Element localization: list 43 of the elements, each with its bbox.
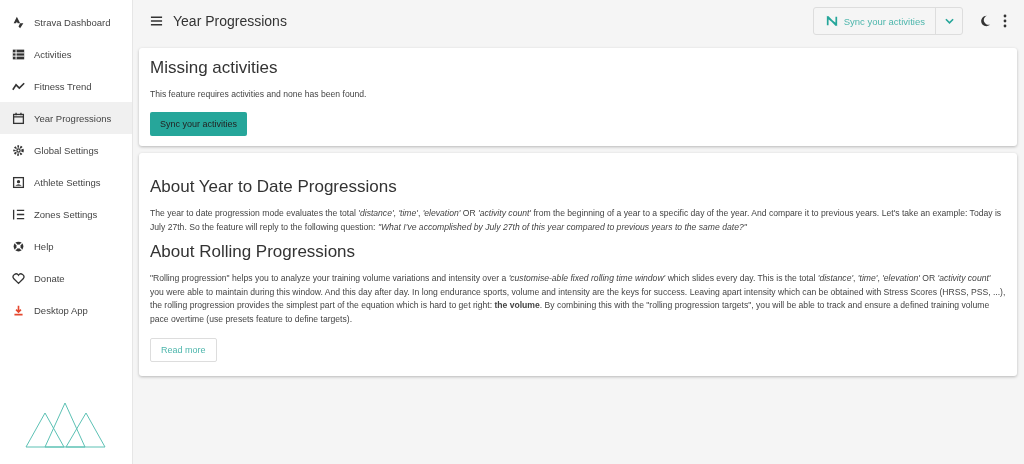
sidebar-item[interactable]: Desktop App [0, 294, 132, 326]
card-text: This feature requires activities and none has been found. [150, 88, 368, 101]
lifebuoy-icon [12, 239, 25, 253]
menu-icon[interactable] [150, 15, 163, 27]
section-paragraph: The year to date progression mode evaluates the total 'distance', 'time', 'elevation' OR 'activity count' from the beginning of a year to a specific day of the year. And compare it to previous years. Let's take an example: Today is July 27th. So the feature will reply to the following question: "What I've accomplished by July 27th of this year compared to previous years to the same date?" [150, 207, 1003, 234]
sidebar-label: Year Progressions [34, 112, 112, 124]
calendar-icon [12, 111, 25, 125]
numbered-list-icon [12, 207, 25, 221]
sidebar-item[interactable]: Donate [0, 262, 132, 294]
mountains-logo-icon [25, 401, 107, 449]
sidebar-label: Help [34, 240, 54, 252]
section-title: About Year to Date Progressions [150, 177, 398, 197]
sidebar-label: Activities [34, 48, 72, 60]
sync-icon [825, 15, 838, 27]
sidebar-item[interactable]: Fitness Trend [0, 70, 132, 102]
more-options-icon[interactable] [1003, 14, 1007, 28]
sidebar-label: Fitness Trend [34, 80, 92, 92]
page-title: Year Progressions [173, 13, 287, 29]
card-title: Missing activities [150, 58, 279, 78]
sidebar-item[interactable]: Help [0, 230, 132, 262]
person-card-icon [12, 175, 25, 189]
section-title: About Rolling Progressions [150, 242, 357, 262]
moon-icon[interactable] [979, 14, 991, 28]
sync-activities-button[interactable]: Sync your activities [150, 111, 248, 136]
strava-logo-icon [12, 15, 25, 29]
heart-icon [12, 271, 25, 285]
sidebar-item[interactable]: Activities [0, 38, 132, 70]
section-paragraph: "Rolling progression" helps you to analyze your training volume variations and intensity over a 'customise-able fixed rolling time window' which slides every day. This is the total 'distance', 'time', 'elevation' OR 'activity count' you were able to maintain during this window. And this day after day. In long endurance sports, volume and intensity are the keys for success. Leaving apart intensity which can be obtained with Stress Scores (HRSS, PSS, ...), the rolling progression provides the simplest part of the equation which is hard to get right: the volume. By combining this with the "rolling progression targets", you will be able to track and ensure a defined training volume pace overtime (use presets feature to define targets). [150, 272, 1006, 326]
sidebar-label: Donate [34, 272, 65, 284]
chevron-down-icon [944, 18, 954, 24]
sidebar-item[interactable]: Year Progressions [0, 102, 132, 134]
list-icon [12, 47, 25, 61]
sidebar-item[interactable]: Zones Settings [0, 198, 132, 230]
gear-icon [12, 143, 25, 157]
sidebar-item[interactable]: Strava Dashboard [0, 6, 132, 38]
sidebar-item[interactable]: Athlete Settings [0, 166, 132, 198]
sidebar-label: Zones Settings [34, 208, 98, 220]
sidebar-label: Strava Dashboard [34, 16, 111, 28]
sidebar-label: Global Settings [34, 144, 99, 156]
sidebar-label: Desktop App [34, 304, 88, 316]
sidebar-item[interactable]: Global Settings [0, 134, 132, 166]
sidebar-label: Athlete Settings [34, 176, 101, 188]
download-icon [12, 303, 25, 317]
